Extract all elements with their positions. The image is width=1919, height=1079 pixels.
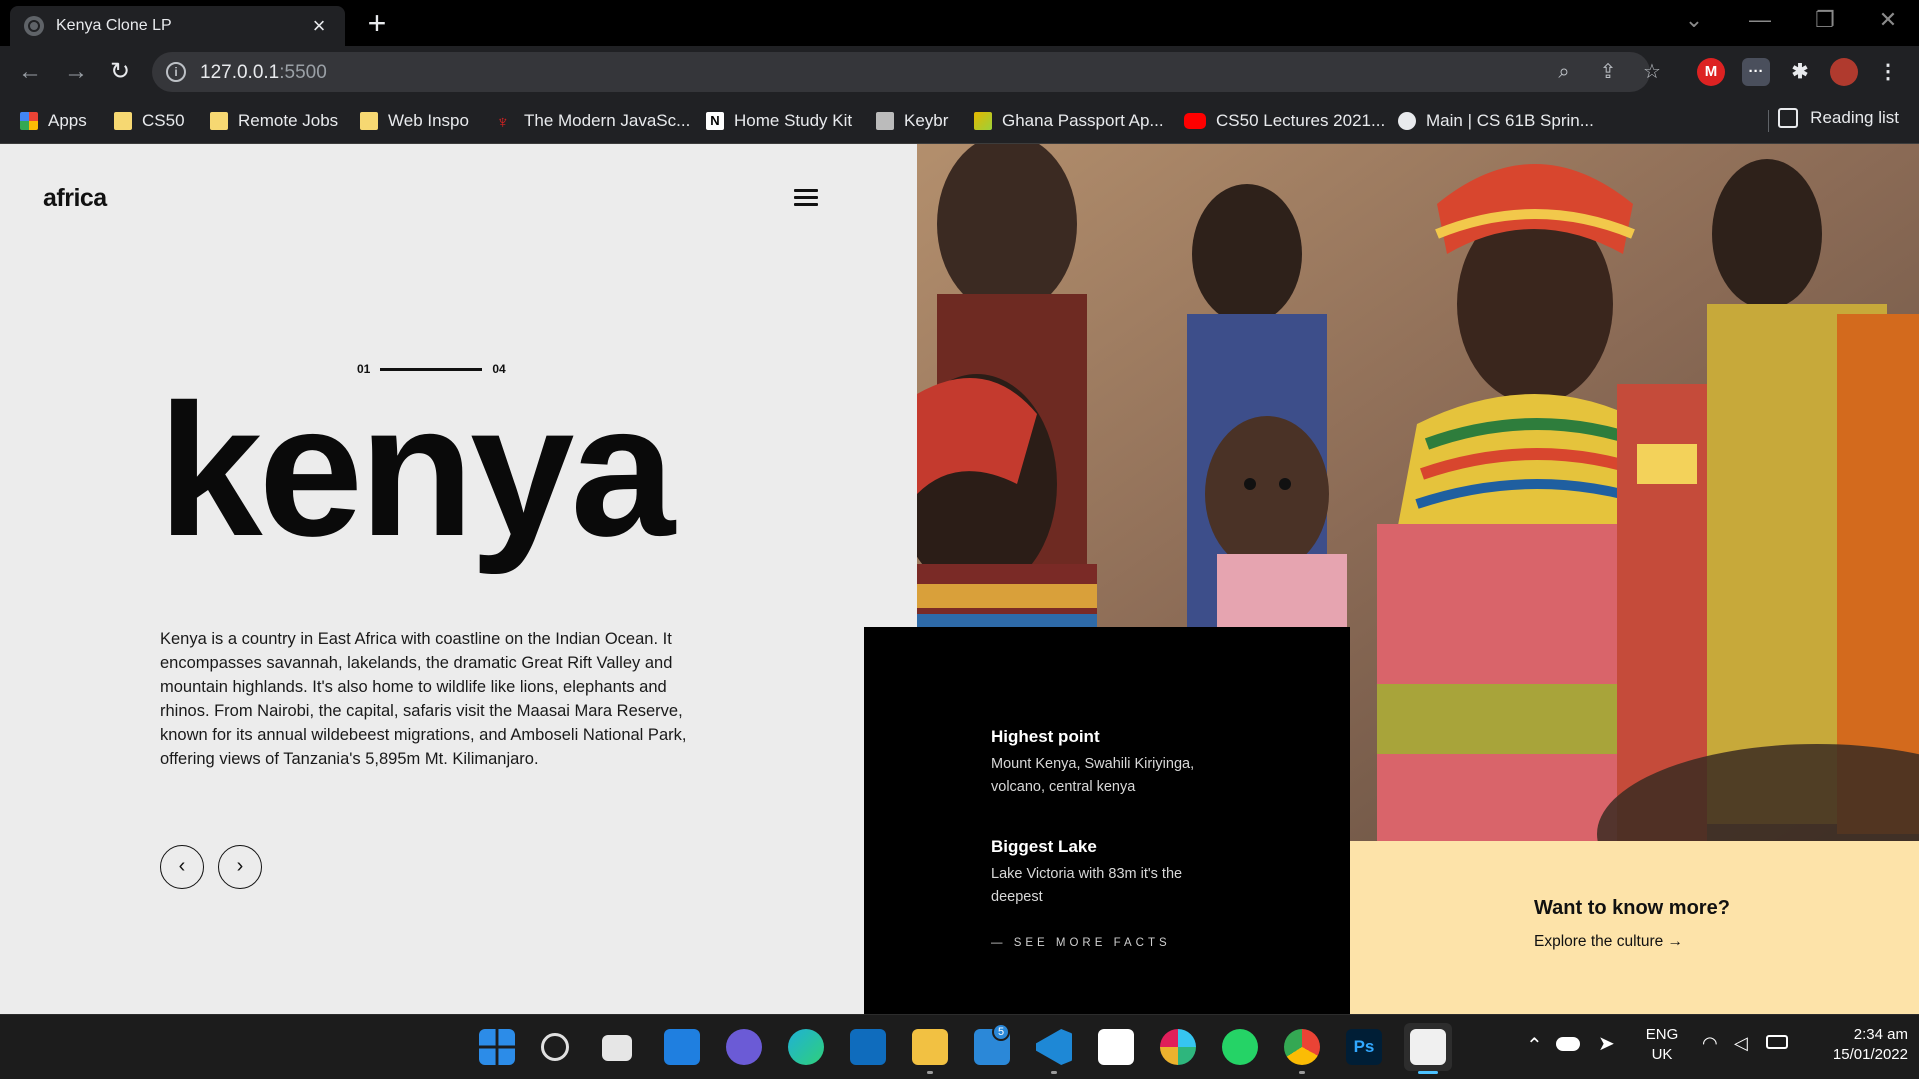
cta-title: Want to know more? (1534, 897, 1730, 919)
teams-notification-badge: 5 (992, 1023, 1010, 1041)
reload-icon[interactable]: ↻ (104, 56, 136, 88)
outlook-icon[interactable] (850, 1029, 886, 1065)
globe-icon (24, 16, 44, 36)
close-window-button[interactable]: ✕ (1858, 0, 1918, 40)
zoom-icon[interactable]: ⌕ (1552, 60, 1576, 84)
folder-icon (210, 112, 228, 130)
explore-culture-link[interactable]: Explore the culture → (1534, 933, 1683, 951)
bookmark-web-inspo[interactable]: Web Inspo (360, 108, 469, 134)
bookmark-modern-javascript[interactable]: ♆ The Modern JavaSc... (496, 108, 690, 134)
task-view-icon[interactable] (602, 1035, 632, 1061)
folder-icon (360, 112, 378, 130)
page-headline: kenya (158, 365, 675, 575)
bookmark-home-study-kit[interactable]: N Home Study Kit (706, 108, 852, 134)
forward-arrow-icon[interactable]: → (60, 56, 92, 88)
address-url: 127.0.0.1:5500 (200, 62, 327, 83)
tab-search-icon[interactable]: ⌄ (1664, 0, 1724, 40)
teams-chat-icon[interactable] (726, 1029, 762, 1065)
next-slide-button[interactable]: › (218, 845, 262, 889)
fact-highest-point: Highest point Mount Kenya, Swahili Kiriy… (991, 727, 1211, 799)
browser-tab[interactable]: Kenya Clone LP × (10, 6, 345, 46)
site-info-icon[interactable]: i (166, 62, 186, 82)
show-hidden-icons-chevron[interactable]: ⌃ (1526, 1033, 1543, 1058)
back-arrow-icon[interactable]: ← (14, 56, 46, 88)
fact-title: Biggest Lake (991, 837, 1097, 856)
fact-title: Highest point (991, 727, 1100, 746)
close-tab-icon[interactable]: × (307, 13, 331, 39)
keybr-icon (876, 112, 894, 130)
javascript-site-icon: ♆ (496, 112, 510, 132)
language-indicator[interactable]: ENG UK (1642, 1025, 1682, 1065)
slack-icon[interactable] (1160, 1029, 1196, 1065)
photoshop-icon[interactable]: Ps (1346, 1029, 1382, 1065)
reading-list-button[interactable]: Reading list (1778, 108, 1899, 128)
bookmarks-divider (1768, 110, 1769, 132)
volume-icon[interactable]: ◁ (1734, 1033, 1748, 1054)
hamburger-menu-icon[interactable] (794, 189, 818, 207)
edge-icon[interactable] (788, 1029, 824, 1065)
bookmark-cs61b[interactable]: Main | CS 61B Sprin... (1398, 108, 1594, 134)
whatsapp-icon[interactable] (1222, 1029, 1258, 1065)
globe-icon (1398, 112, 1416, 130)
bookmark-remote-jobs[interactable]: Remote Jobs (210, 108, 338, 134)
fact-biggest-lake: Biggest Lake Lake Victoria with 83m it's… (991, 837, 1191, 909)
extension-icon[interactable]: ··· (1742, 58, 1770, 86)
vscode-icon[interactable] (1036, 1029, 1072, 1065)
file-explorer-icon[interactable] (912, 1029, 948, 1065)
location-arrow-icon[interactable]: ➤ (1598, 1031, 1615, 1056)
bookmark-cs50-lectures[interactable]: CS50 Lectures 2021... (1184, 108, 1385, 134)
notion-icon: N (706, 112, 724, 130)
apps-grid-icon (20, 112, 38, 130)
address-bar[interactable]: i 127.0.0.1:5500 ⌕ ⇪ ☆ (152, 52, 1661, 92)
restore-button[interactable]: ❐ (1795, 0, 1855, 40)
running-indicator (1051, 1071, 1057, 1074)
widgets-icon[interactable] (664, 1029, 700, 1065)
country-description: Kenya is a country in East Africa with c… (160, 630, 687, 768)
browser-toolbar: ← → ↻ i 127.0.0.1:5500 ⌕ ⇪ ☆ M ··· ✱ ⋮ (0, 46, 1919, 98)
chrome-icon[interactable] (1284, 1029, 1320, 1065)
facts-panel: Highest point Mount Kenya, Swahili Kiriy… (864, 627, 1350, 1014)
windows-taskbar: 5 Ps ⌃ ➤ ENG UK ◠ ◁ 2:34 am 15/01/2022 (0, 1014, 1919, 1079)
running-indicator (1299, 1071, 1305, 1074)
extensions-puzzle-icon[interactable]: ✱ (1786, 58, 1814, 86)
fact-text: Mount Kenya, Swahili Kiriyinga, volcano,… (991, 756, 1195, 795)
share-icon[interactable]: ⇪ (1596, 60, 1620, 84)
fact-text: Lake Victoria with 83m it's the deepest (991, 866, 1183, 905)
onedrive-icon[interactable] (1556, 1037, 1580, 1051)
snipping-tool-icon (1410, 1029, 1446, 1065)
folder-icon (114, 112, 132, 130)
reading-list-icon (1778, 108, 1799, 128)
cta-panel: Want to know more? Explore the culture → (1350, 841, 1919, 1014)
browser-tab-bar: Kenya Clone LP × + ⌄ — ❐ ✕ (0, 0, 1919, 46)
bookmark-ghana-passport[interactable]: Ghana Passport Ap... (974, 108, 1164, 134)
wifi-icon[interactable]: ◠ (1702, 1033, 1718, 1054)
profile-avatar[interactable] (1830, 58, 1858, 86)
kenya-landing-page: africa 01 04 kenya Kenya is a country in… (0, 144, 1919, 1014)
bookmark-keybr[interactable]: Keybr (876, 108, 948, 134)
minimize-button[interactable]: — (1730, 0, 1790, 40)
youtube-icon (1184, 113, 1206, 129)
notion-taskbar-icon[interactable] (1098, 1029, 1134, 1065)
bookmark-apps[interactable]: Apps (20, 108, 87, 134)
clock[interactable]: 2:34 am 15/01/2022 (1808, 1025, 1908, 1065)
search-icon[interactable] (541, 1033, 569, 1061)
mega-extension-icon[interactable]: M (1697, 58, 1725, 86)
ghana-passport-icon (974, 112, 992, 130)
tab-title: Kenya Clone LP (56, 17, 172, 34)
bookmarks-bar: Apps CS50 Remote Jobs Web Inspo ♆ The Mo… (0, 98, 1919, 144)
new-tab-button[interactable]: + (362, 7, 392, 39)
bookmark-star-icon[interactable]: ☆ (1640, 60, 1664, 84)
see-more-facts-link[interactable]: — SEE MORE FACTS (991, 937, 1171, 949)
site-logo[interactable]: africa (43, 184, 107, 213)
running-indicator (927, 1071, 933, 1074)
more-menu-icon[interactable]: ⋮ (1874, 58, 1902, 86)
prev-slide-button[interactable]: ‹ (160, 845, 204, 889)
bookmark-cs50[interactable]: CS50 (114, 108, 185, 134)
battery-icon[interactable] (1766, 1035, 1788, 1049)
active-indicator (1418, 1071, 1438, 1074)
